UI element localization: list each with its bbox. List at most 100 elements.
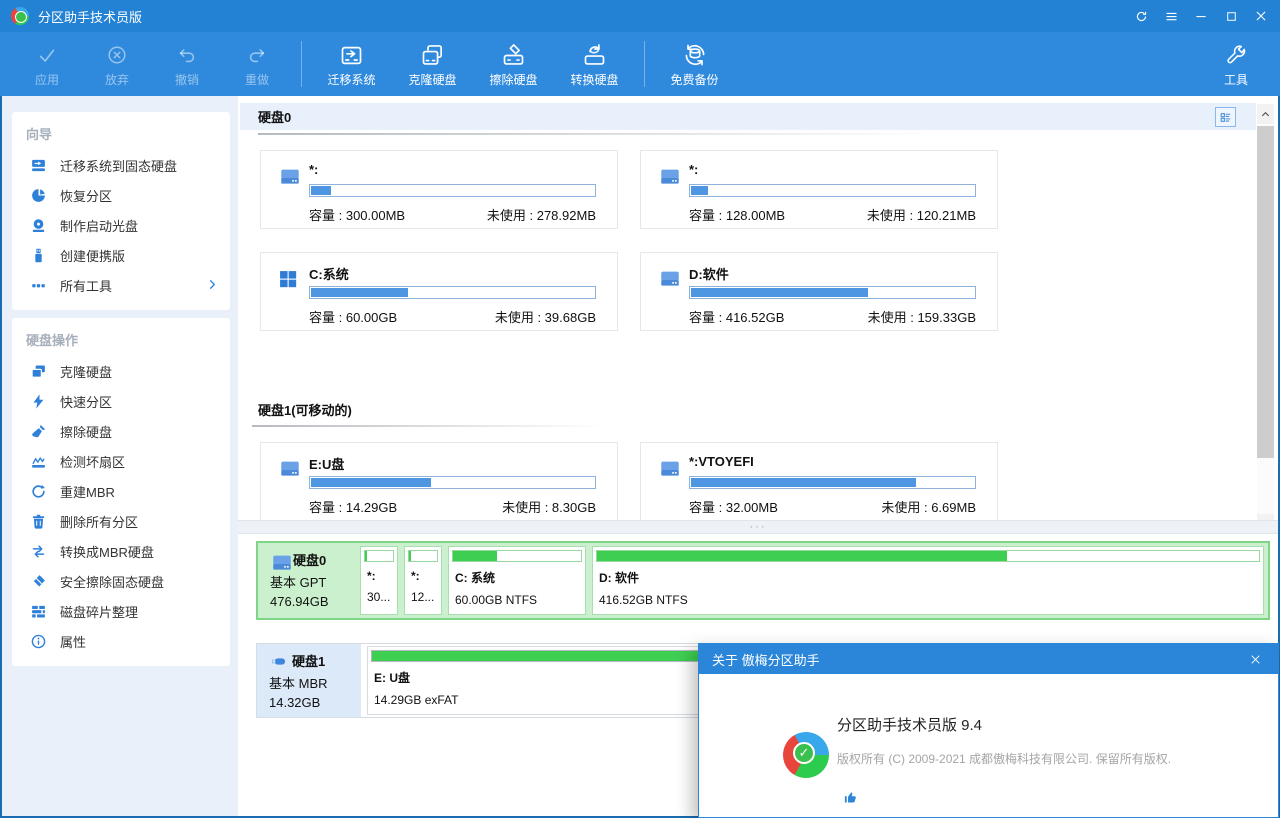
disk-section-header: 硬盘0: [240, 103, 1256, 130]
partition-block[interactable]: *:30...: [360, 546, 398, 615]
maximize-button[interactable]: [1216, 0, 1246, 32]
vertical-scrollbar[interactable]: [1257, 104, 1274, 520]
view-mode-icon[interactable]: [1215, 107, 1236, 127]
menu-icon[interactable]: [1156, 0, 1186, 32]
disk-section-title: 硬盘0: [258, 107, 291, 126]
clone-disk-s-icon: [30, 363, 47, 380]
sidebar-item-migrate-ssd[interactable]: 迁移系统到固态硬盘: [12, 150, 230, 180]
disk-row-0[interactable]: 硬盘0基本 GPT476.94GB*:30...*:12...C: 系统60.0…: [256, 541, 1270, 620]
capacity-label: 容量 : 300.00MB: [309, 205, 405, 224]
sidebar-item-label: 快速分区: [60, 392, 112, 411]
redo-button[interactable]: 重做: [222, 34, 292, 94]
sidebar-item-bootable-cd[interactable]: 制作启动光盘: [12, 210, 230, 240]
sidebar-item-clone-disk-s[interactable]: 克隆硬盘: [12, 356, 230, 386]
sidebar-item-wipe-brush[interactable]: 擦除硬盘: [12, 416, 230, 446]
recover-partition-icon: [30, 187, 47, 204]
partition-label: *:: [411, 569, 441, 583]
toolbar-button-label: 免费备份: [670, 71, 718, 88]
unused-label: 未使用 : 159.33GB: [868, 307, 976, 326]
capacity-label: 容量 : 60.00GB: [309, 307, 397, 326]
wrench-icon: [1224, 40, 1249, 70]
partition-name: *:: [309, 162, 318, 177]
clone-disk-button[interactable]: 克隆硬盘: [392, 34, 473, 94]
toolbar-button-label: 擦除硬盘: [489, 71, 537, 88]
discard-button[interactable]: 放弃: [82, 34, 152, 94]
close-button[interactable]: [1246, 0, 1276, 32]
minimize-button[interactable]: [1186, 0, 1216, 32]
toolbar: 应用放弃撤销重做 迁移系统克隆硬盘擦除硬盘 转换硬盘 免费备份 工具: [0, 32, 1280, 96]
product-name: 分区助手技术员版 9.4: [837, 714, 982, 735]
tools-button[interactable]: 工具: [1206, 34, 1266, 94]
usage-bar: [596, 550, 1260, 562]
dialog-close-icon[interactable]: [1240, 644, 1270, 674]
about-dialog-title: 关于 傲梅分区助手: [712, 650, 820, 669]
toolbar-separator: [644, 41, 645, 87]
disk-size: 14.32GB: [269, 695, 361, 710]
thumb-icon: [843, 790, 858, 805]
toolbar-button-label: 转换硬盘: [570, 71, 618, 88]
disk-type: 基本 GPT: [270, 572, 360, 591]
partition-name: *:: [689, 162, 698, 177]
migrate-os-button[interactable]: 迁移系统: [311, 34, 392, 94]
partition-block[interactable]: *:12...: [404, 546, 442, 615]
unused-label: 未使用 : 8.30GB: [502, 497, 596, 516]
sidebar-item-convert-mbr[interactable]: 转换成MBR硬盘: [12, 536, 230, 566]
disk-overview-panel: 硬盘0*:容量 : 300.00MB未使用 : 278.92MB*:容量 : 1…: [238, 96, 1278, 520]
scroll-up-icon[interactable]: [1257, 104, 1274, 124]
sidebar-item-label: 磁盘碎片整理: [60, 602, 138, 621]
refresh-icon[interactable]: [1126, 0, 1156, 32]
toolbar-button-label: 重做: [245, 71, 269, 88]
sidebar-item-label: 安全擦除固态硬盘: [60, 572, 164, 591]
windows-icon: [278, 269, 302, 290]
partition-block[interactable]: C: 系统60.00GB NTFS: [448, 546, 586, 615]
partition-label: D: 软件: [599, 569, 1263, 586]
partition-block[interactable]: D: 软件416.52GB NTFS: [592, 546, 1264, 615]
convert-mbr-icon: [30, 543, 47, 560]
partition-card[interactable]: C:系统容量 : 60.00GB未使用 : 39.68GB: [260, 252, 618, 331]
partition-card[interactable]: E:U盘容量 : 14.29GB未使用 : 8.30GB: [260, 442, 618, 520]
sidebar-item-label: 克隆硬盘: [60, 362, 112, 381]
quick-partition-icon: [30, 393, 47, 410]
disk-icon: [270, 553, 287, 567]
delete-partitions-icon: [30, 513, 47, 530]
bad-sector-icon: [30, 453, 47, 470]
migrate-os-icon: [338, 40, 365, 70]
partition-card[interactable]: D:软件容量 : 416.52GB未使用 : 159.33GB: [640, 252, 998, 331]
app-logo-icon: [11, 7, 29, 25]
usage-bar: [689, 476, 976, 489]
partition-card[interactable]: *:容量 : 300.00MB未使用 : 278.92MB: [260, 150, 618, 229]
sidebar-item-label: 属性: [60, 632, 86, 651]
sidebar-item-rebuild-mbr[interactable]: 重建MBR: [12, 476, 230, 506]
scrollbar-thumb[interactable]: [1257, 126, 1274, 458]
sidebar: 向导迁移系统到固态硬盘恢复分区制作启动光盘创建便携版所有工具硬盘操作克隆硬盘快速…: [2, 96, 238, 816]
sidebar-item-label: 重建MBR: [60, 482, 115, 501]
sidebar-item-secure-erase[interactable]: 安全擦除固态硬盘: [12, 566, 230, 596]
convert-disk-button[interactable]: 转换硬盘: [554, 34, 635, 94]
panel-splitter[interactable]: ···: [238, 520, 1278, 534]
undo-button[interactable]: 撤销: [152, 34, 222, 94]
sidebar-item-quick-partition[interactable]: 快速分区: [12, 386, 230, 416]
sidebar-item-recover-partition[interactable]: 恢复分区: [12, 180, 230, 210]
partition-card[interactable]: *:容量 : 128.00MB未使用 : 120.21MB: [640, 150, 998, 229]
usage-bar: [689, 184, 976, 197]
partition-info: 30...: [367, 590, 397, 604]
app-title: 分区助手技术员版: [38, 7, 142, 26]
apply-button[interactable]: 应用: [12, 34, 82, 94]
properties-icon: [30, 633, 47, 650]
disk-icon: [278, 459, 302, 480]
disk-name: 硬盘1: [292, 651, 325, 670]
sidebar-item-delete-partitions[interactable]: 删除所有分区: [12, 506, 230, 536]
sidebar-item-properties[interactable]: 属性: [12, 626, 230, 656]
sidebar-item-label: 擦除硬盘: [60, 422, 112, 441]
sidebar-item-bad-sector[interactable]: 检测坏扇区: [12, 446, 230, 476]
free-backup-button[interactable]: 免费备份: [654, 34, 735, 94]
partition-name: C:系统: [309, 264, 349, 283]
wipe-disk-button[interactable]: 擦除硬盘: [473, 34, 554, 94]
partition-card[interactable]: *:VTOYEFI容量 : 32.00MB未使用 : 6.69MB: [640, 442, 998, 520]
sidebar-item-label: 制作启动光盘: [60, 216, 138, 235]
disk-icon: [278, 167, 302, 188]
sidebar-item-label: 转换成MBR硬盘: [60, 542, 154, 561]
sidebar-item-defrag[interactable]: 磁盘碎片整理: [12, 596, 230, 626]
sidebar-item-portable-version[interactable]: 创建便携版: [12, 240, 230, 270]
sidebar-item-all-tools[interactable]: 所有工具: [12, 270, 230, 300]
